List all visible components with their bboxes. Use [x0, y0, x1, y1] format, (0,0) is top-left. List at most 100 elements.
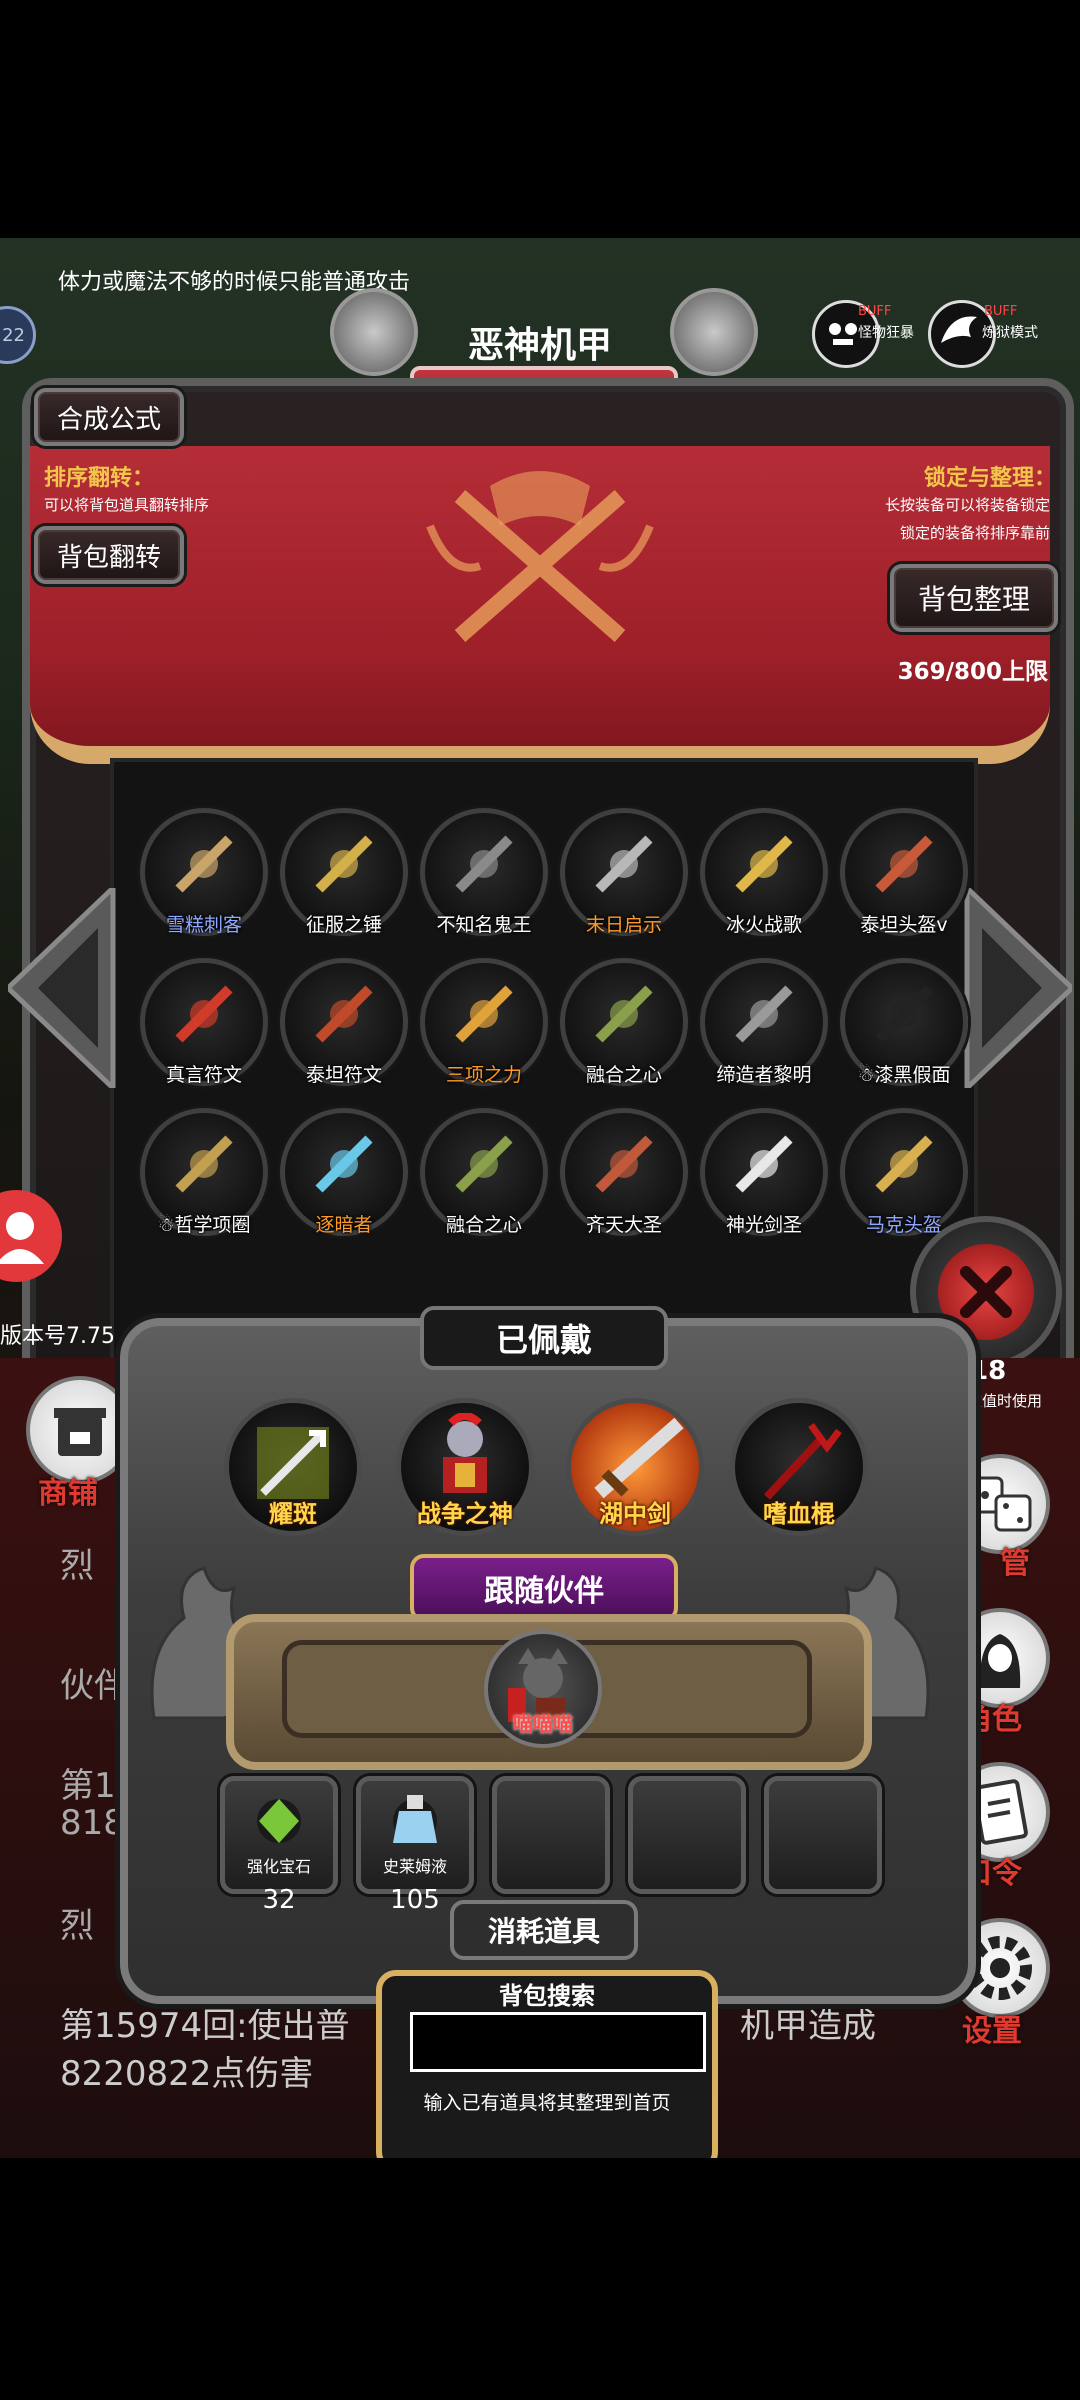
flip-bag-button[interactable]: 背包翻转: [34, 526, 184, 584]
inventory-slot-label: 融合之心: [585, 1064, 662, 1086]
item-icon: [175, 835, 233, 893]
shop-label[interactable]: 商铺: [38, 1468, 98, 1512]
item-icon: [315, 835, 373, 893]
buff-monster-rage-label: 怪物狂暴: [858, 325, 914, 341]
lock-title: 锁定与整理：: [923, 466, 1056, 491]
consumable-count: 32: [262, 1885, 296, 1915]
log-line-c2: 818: [60, 1803, 125, 1843]
item-icon: [875, 1135, 933, 1193]
potion-icon: [393, 1795, 437, 1843]
inventory-slot-label: 泰坦头盔v: [860, 914, 948, 936]
buff-tag: BUFF: [858, 304, 892, 319]
level-badge: 22: [0, 306, 36, 364]
equipped-title: 已佩戴: [420, 1306, 668, 1370]
item-icon: [455, 835, 513, 893]
inventory-slot-label: ☃漆黑假面: [857, 1064, 951, 1086]
item-icon: [455, 1135, 513, 1193]
formula-button[interactable]: 合成公式: [34, 388, 184, 446]
inventory-slot[interactable]: 神光剑圣: [700, 1108, 828, 1236]
item-icon: [595, 985, 653, 1043]
inventory-slot[interactable]: 末日启示: [560, 808, 688, 936]
inventory-slot[interactable]: ☃哲学项圈: [140, 1108, 268, 1236]
item-icon: [315, 1135, 373, 1193]
lock-desc-2: 锁定的装备将排序靠前: [899, 524, 1050, 542]
bloodthirst-staff-icon: [764, 1422, 842, 1500]
inventory-slot-label: 不知名鬼王: [436, 914, 532, 936]
equipped-slot-4[interactable]: 嗜血棍: [730, 1398, 868, 1536]
search-hint: 输入已有道具将其整理到首页: [423, 2092, 671, 2114]
inventory-slot[interactable]: 冰火战歌: [700, 808, 828, 936]
item-icon: [455, 985, 513, 1043]
capacity-text: 369/800上限: [897, 659, 1048, 685]
log-line-e-right: 机甲造成: [740, 2006, 876, 2046]
item-icon: [735, 835, 793, 893]
inventory-slot[interactable]: ☃漆黑假面: [840, 958, 968, 1086]
item-icon: [175, 1135, 233, 1193]
item-icon: [595, 835, 653, 893]
game-viewport: 体力或魔法不够的时候只能普通攻击 22 恶神机甲 BUFF 怪物狂暴 BUFF …: [0, 238, 1080, 2158]
steward-label[interactable]: 管: [1000, 1538, 1030, 1582]
inventory-slot[interactable]: 三项之力: [420, 958, 548, 1086]
inventory-slot[interactable]: 征服之锤: [280, 808, 408, 936]
inventory-slot[interactable]: 逐暗者: [280, 1108, 408, 1236]
item-icon: [735, 985, 793, 1043]
version-text: 版本号7.75: [0, 1324, 115, 1349]
inventory-slot[interactable]: 融合之心: [420, 1108, 548, 1236]
search-title: 背包搜索: [499, 1982, 595, 2010]
equipped-slot-1[interactable]: 耀斑: [224, 1398, 362, 1536]
companion-name: 喵喵喵: [513, 1712, 573, 1736]
profile-button[interactable]: [0, 1190, 62, 1282]
inventory-slot[interactable]: 齐天大圣: [560, 1108, 688, 1236]
consumable-name: 强化宝石: [246, 1857, 311, 1876]
boss-name: 恶神机甲: [467, 325, 612, 366]
consumable-slot[interactable]: [628, 1776, 746, 1894]
consumable-slot[interactable]: [492, 1776, 610, 1894]
war-god-armor-icon: [443, 1413, 487, 1493]
consumable-slot[interactable]: [764, 1776, 882, 1894]
inventory-slot-label: 逐暗者: [315, 1214, 373, 1236]
item-icon: [735, 1135, 793, 1193]
inventory-slot[interactable]: 泰坦符文: [280, 958, 408, 1086]
inventory-slot[interactable]: 马克头盔: [840, 1108, 968, 1236]
equipped-slot-3[interactable]: 湖中剑: [566, 1398, 704, 1536]
inventory-slot[interactable]: 泰坦头盔v: [840, 808, 968, 936]
gem-icon: [257, 1799, 301, 1843]
lake-sword-icon: [594, 1417, 684, 1499]
inventory-slot-label: 征服之锤: [305, 914, 382, 936]
sort-flip-desc: 可以将背包道具翻转排序: [44, 496, 210, 514]
inventory-slot-label: 泰坦符文: [305, 1064, 382, 1086]
inventory-slot-label: 齐天大圣: [585, 1214, 662, 1236]
prev-page-arrow-icon[interactable]: [4, 882, 118, 1094]
consumable-name: 史莱姆液: [382, 1857, 447, 1876]
log-line-a: 烈: [60, 1546, 94, 1586]
consumable-slot[interactable]: 史莱姆液 105: [356, 1776, 474, 1915]
log-line-f: 8220822点伤害: [60, 2054, 314, 2094]
inventory-slot-label: 缔造者黎明: [716, 1064, 812, 1086]
lock-desc-1: 长按装备可以将装备锁定: [884, 496, 1050, 514]
inventory-slot[interactable]: 不知名鬼王: [420, 808, 548, 936]
sort-flip-title: 排序翻转：: [44, 466, 155, 491]
inventory-slot[interactable]: 融合之心: [560, 958, 688, 1086]
search-input[interactable]: [410, 2012, 706, 2072]
inventory-slot-label: ☃哲学项圈: [157, 1214, 251, 1236]
companion-slot[interactable]: 喵喵喵: [484, 1630, 602, 1748]
inventory-slot[interactable]: 雪糕刺客: [140, 808, 268, 936]
inventory-slot[interactable]: 缔造者黎明: [700, 958, 828, 1086]
consumable-slot[interactable]: 强化宝石 32: [220, 1776, 338, 1915]
item-icon: [875, 985, 933, 1043]
item-icon: [595, 1135, 653, 1193]
inventory-slot-label: 融合之心: [445, 1214, 522, 1236]
inventory-slot-label: 冰火战歌: [725, 914, 802, 936]
organize-bag-button[interactable]: 背包整理: [890, 564, 1058, 632]
settings-label[interactable]: 设置: [962, 2006, 1022, 2050]
companion-title: 跟随伙伴: [410, 1554, 678, 1622]
inventory-slot[interactable]: 真言符文: [140, 958, 268, 1086]
log-line-d: 烈: [60, 1906, 94, 1946]
consumables-title: 消耗道具: [450, 1900, 638, 1960]
equipped-slot-2[interactable]: 战争之神: [396, 1398, 534, 1536]
crossed-swords-emblem-icon: [426, 471, 654, 643]
inventory-slot-label: 末日启示: [585, 914, 662, 936]
log-line-e-left: 第15974回:使出普: [60, 2006, 350, 2046]
inventory-slot-label: 神光剑圣: [725, 1214, 802, 1236]
buff-purgatory-label: 炼狱模式: [982, 325, 1038, 341]
